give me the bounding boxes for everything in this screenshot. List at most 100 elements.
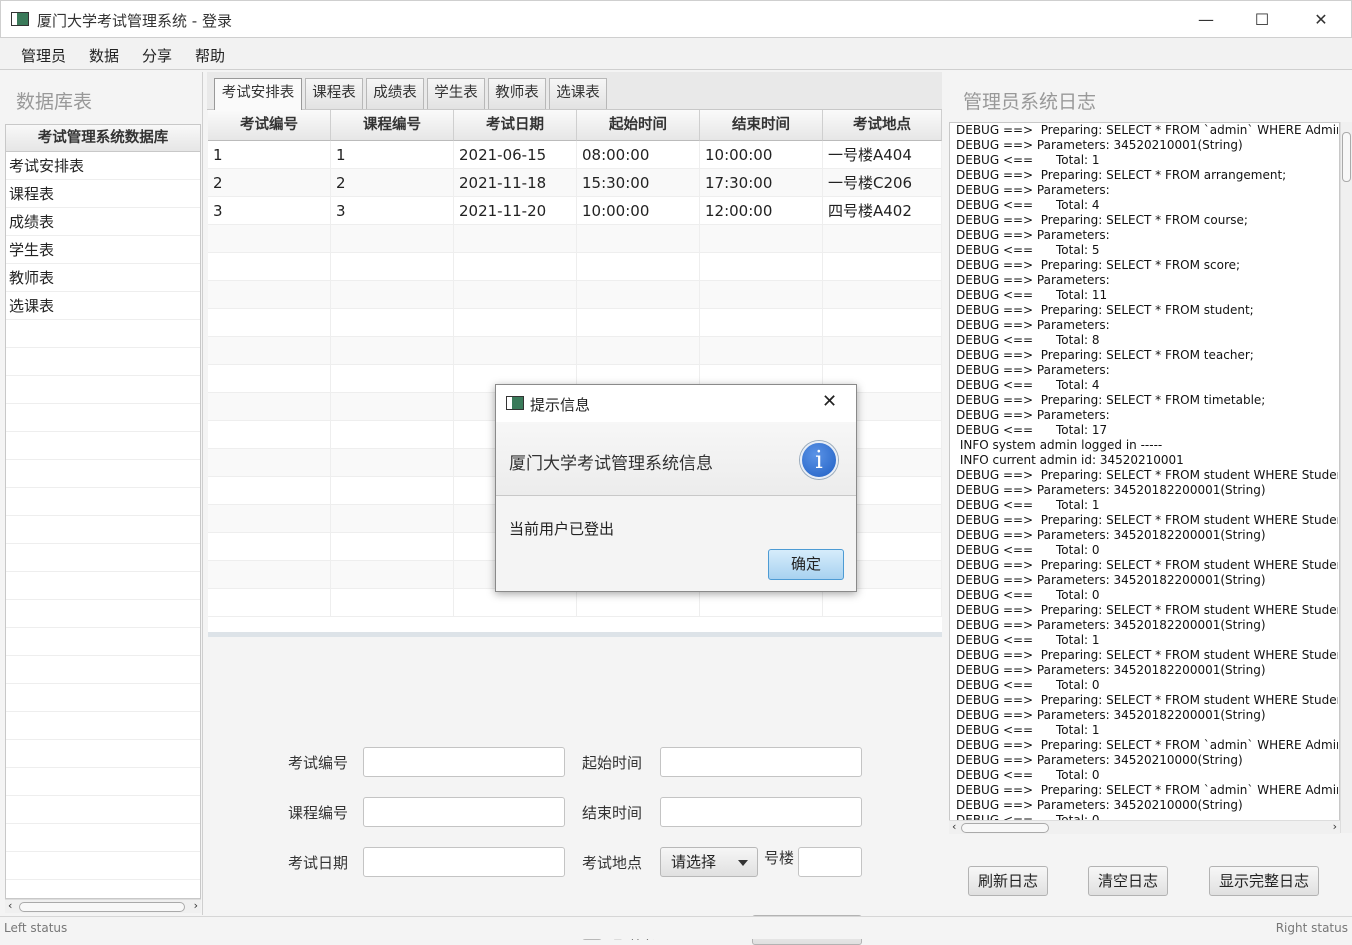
horizontal-scrollbar[interactable]: ‹ › — [949, 820, 1340, 834]
tab-score[interactable]: 成绩表 — [366, 78, 424, 109]
menu-share[interactable]: 分享 — [142, 45, 172, 66]
table-cell — [577, 225, 700, 253]
table-list-item[interactable]: 学生表 — [6, 236, 200, 264]
scroll-left-icon[interactable]: ‹ — [8, 899, 12, 912]
vertical-scrollbar[interactable] — [1340, 122, 1352, 833]
column-header[interactable]: 考试日期 — [454, 110, 577, 141]
close-icon[interactable]: ✕ — [1298, 7, 1344, 33]
table-cell — [208, 505, 331, 533]
table-cell: 15:30:00 — [577, 169, 700, 197]
table-cell — [208, 421, 331, 449]
log-line: DEBUG ==> Preparing: SELECT * FROM score… — [956, 258, 1241, 272]
menu-help[interactable]: 帮助 — [195, 45, 225, 66]
tab-teacher[interactable]: 教师表 — [488, 78, 546, 109]
show-full-log-button[interactable]: 显示完整日志 — [1209, 866, 1319, 896]
log-line: DEBUG ==> Preparing: SELECT * FROM stude… — [956, 603, 1338, 617]
table-cell: 1 — [331, 141, 454, 169]
log-line: DEBUG <== Total: 1 — [956, 153, 1100, 167]
scroll-thumb[interactable] — [19, 902, 185, 912]
table-list-item[interactable]: 教师表 — [6, 264, 200, 292]
table-cell — [208, 393, 331, 421]
exam-id-input[interactable] — [363, 747, 565, 777]
column-header[interactable]: 课程编号 — [331, 110, 454, 141]
log-line: DEBUG <== Total: 0 — [956, 588, 1100, 602]
scroll-left-icon[interactable]: ‹ — [952, 820, 956, 833]
table-cell — [700, 253, 823, 281]
table-row[interactable]: 1 1 2021-06-15 08:00:00 10:00:00 一号楼A404 — [208, 141, 942, 169]
horizontal-scrollbar[interactable]: ‹ › — [5, 899, 201, 913]
exam-date-input[interactable] — [363, 847, 565, 877]
empty-row — [6, 852, 200, 880]
scroll-thumb[interactable] — [1342, 132, 1351, 182]
scroll-thumb[interactable] — [961, 823, 1049, 833]
table-cell — [208, 477, 331, 505]
maximize-icon[interactable]: ☐ — [1239, 7, 1285, 33]
log-line: DEBUG <== Total: 11 — [956, 288, 1108, 302]
dialog-title-bar: 提示信息 ✕ — [496, 385, 856, 422]
log-text-area[interactable]: DEBUG ==> Preparing: SELECT * FROM `admi… — [949, 122, 1340, 833]
table-cell — [454, 309, 577, 337]
log-line: DEBUG ==> Parameters: 34520182200001(Str… — [956, 618, 1266, 632]
end-time-label: 结束时间 — [582, 804, 643, 822]
table-cell: 一号楼A404 — [823, 141, 942, 169]
building-suffix-label: 号楼 — [764, 849, 795, 867]
empty-row — [6, 544, 200, 572]
course-id-input[interactable] — [363, 797, 565, 827]
log-line: DEBUG <== Total: 17 — [956, 423, 1108, 437]
empty-row — [6, 684, 200, 712]
empty-row — [6, 432, 200, 460]
table-cell — [208, 589, 331, 617]
tab-student[interactable]: 学生表 — [427, 78, 485, 109]
table-cell — [454, 589, 577, 617]
table-list-item[interactable]: 考试安排表 — [6, 152, 200, 180]
log-line: INFO current admin id: 34520210001 — [956, 453, 1184, 467]
menu-data[interactable]: 数据 — [89, 45, 119, 66]
table-cell — [577, 589, 700, 617]
start-time-label: 起始时间 — [582, 754, 643, 772]
minimize-icon[interactable]: — — [1183, 7, 1229, 33]
column-header[interactable]: 起始时间 — [577, 110, 700, 141]
table-list-item[interactable]: 选课表 — [6, 292, 200, 320]
location-select[interactable]: 请选择 — [660, 847, 758, 877]
table-cell — [331, 421, 454, 449]
tab-course[interactable]: 课程表 — [305, 78, 363, 109]
table-cell: 四号楼A402 — [823, 197, 942, 225]
refresh-log-button[interactable]: 刷新日志 — [968, 866, 1048, 896]
log-line: DEBUG ==> Preparing: SELECT * FROM stude… — [956, 303, 1254, 317]
close-icon[interactable]: ✕ — [822, 391, 837, 412]
table-row[interactable]: 3 3 2021-11-20 10:00:00 12:00:00 四号楼A402 — [208, 197, 942, 225]
table-cell — [577, 281, 700, 309]
dialog-header: 厦门大学考试管理系统信息 i — [496, 422, 856, 496]
column-header[interactable]: 考试编号 — [208, 110, 331, 141]
database-pane-title: 数据库表 — [16, 91, 93, 113]
column-header[interactable]: 结束时间 — [700, 110, 823, 141]
empty-row — [6, 712, 200, 740]
log-line: DEBUG ==> Parameters: — [956, 363, 1110, 377]
ok-button[interactable]: 确定 — [768, 549, 844, 580]
right-status: Right status — [1275, 921, 1348, 935]
end-time-input[interactable] — [660, 797, 862, 827]
table-cell — [331, 477, 454, 505]
start-time-input[interactable] — [660, 747, 862, 777]
database-header[interactable]: 考试管理系统数据库 — [5, 124, 201, 152]
scroll-right-icon[interactable]: › — [194, 899, 198, 912]
tab-timetable[interactable]: 选课表 — [549, 78, 607, 109]
room-input[interactable] — [798, 847, 862, 877]
log-line: DEBUG ==> Preparing: SELECT * FROM `admi… — [956, 783, 1338, 797]
log-line: DEBUG <== Total: 1 — [956, 723, 1100, 737]
log-line: DEBUG ==> Parameters: — [956, 318, 1110, 332]
empty-row — [208, 337, 942, 365]
tab-arrangement[interactable]: 考试安排表 — [214, 78, 302, 110]
log-line: DEBUG ==> Parameters: 34520210001(String… — [956, 138, 1243, 152]
table-cell — [208, 281, 331, 309]
table-row[interactable]: 2 2 2021-11-18 15:30:00 17:30:00 一号楼C206 — [208, 169, 942, 197]
column-header[interactable]: 考试地点 — [823, 110, 942, 141]
table-cell — [331, 561, 454, 589]
log-line: DEBUG ==> Preparing: SELECT * FROM `admi… — [956, 738, 1338, 752]
scroll-right-icon[interactable]: › — [1333, 820, 1337, 833]
menu-admin[interactable]: 管理员 — [21, 45, 66, 66]
dialog-message: 当前用户已登出 — [509, 520, 615, 538]
table-list-item[interactable]: 课程表 — [6, 180, 200, 208]
table-list-item[interactable]: 成绩表 — [6, 208, 200, 236]
clear-log-button[interactable]: 清空日志 — [1088, 866, 1168, 896]
